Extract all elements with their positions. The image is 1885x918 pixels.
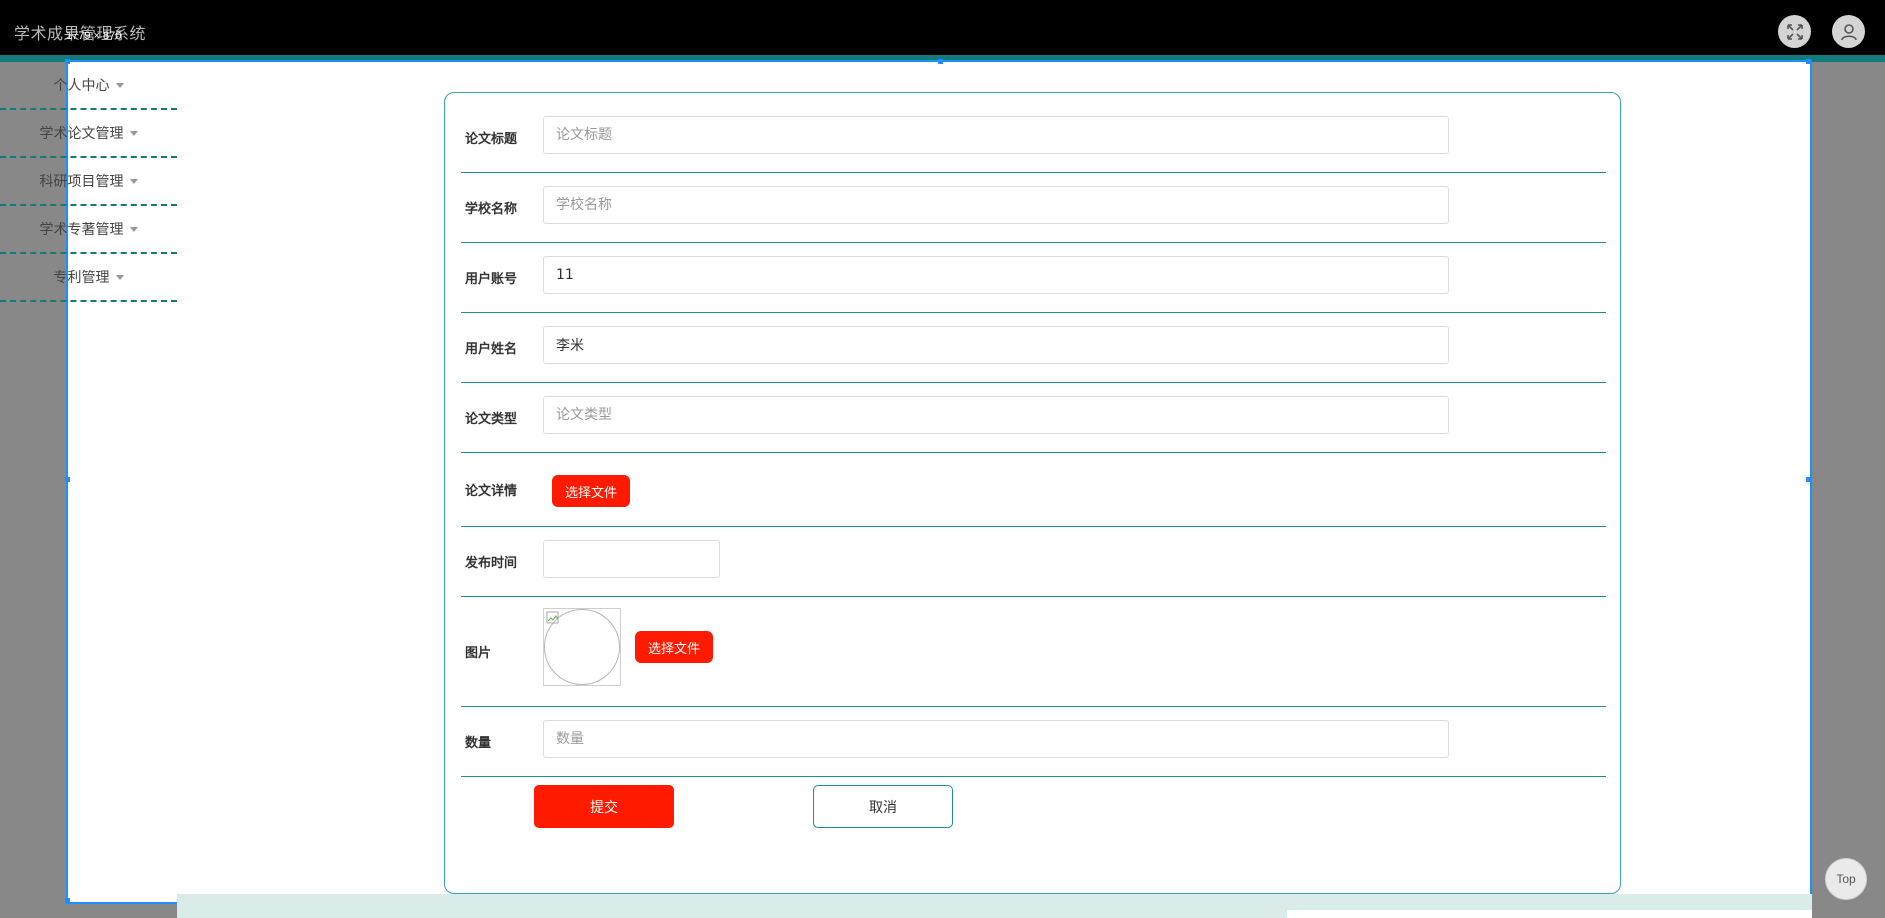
resize-handle[interactable] bbox=[1806, 477, 1811, 482]
caret-down-icon bbox=[115, 274, 124, 280]
fullscreen-icon bbox=[1786, 23, 1803, 40]
form-row-image: 图片 选择文件 bbox=[461, 597, 1606, 707]
detail-file-button[interactable]: 选择文件 bbox=[552, 475, 630, 507]
back-to-top-button[interactable]: Top bbox=[1825, 858, 1867, 900]
account-label: 用户账号 bbox=[465, 272, 518, 287]
cancel-button[interactable]: 取消 bbox=[813, 785, 953, 828]
resize-handle[interactable] bbox=[65, 898, 70, 903]
resize-handle[interactable] bbox=[938, 59, 943, 64]
user-avatar-button[interactable] bbox=[1832, 15, 1865, 48]
sidebar-item-label: 科研项目管理 bbox=[39, 174, 124, 190]
user-icon bbox=[1840, 23, 1857, 40]
form-row-title: 论文标题 bbox=[461, 103, 1606, 173]
submit-button[interactable]: 提交 bbox=[534, 785, 674, 828]
image-file-button[interactable]: 选择文件 bbox=[635, 631, 713, 663]
resize-handle[interactable] bbox=[65, 477, 70, 482]
form-row-publish-time: 发布时间 bbox=[461, 527, 1606, 597]
school-label: 学校名称 bbox=[465, 202, 518, 217]
form-row-account: 用户账号 bbox=[461, 243, 1606, 313]
type-input[interactable] bbox=[543, 396, 1449, 434]
form-row-type: 论文类型 bbox=[461, 383, 1606, 453]
username-label: 用户姓名 bbox=[465, 342, 518, 357]
selection-size-badge: 1779 × 870 bbox=[66, 30, 122, 42]
caret-down-icon bbox=[129, 178, 138, 184]
title-label: 论文标题 bbox=[465, 132, 518, 147]
title-input[interactable] bbox=[543, 116, 1449, 154]
sidebar-item-label: 学术论文管理 bbox=[39, 126, 124, 142]
caret-down-icon bbox=[115, 82, 124, 88]
sidebar-item-label: 学术专著管理 bbox=[39, 222, 124, 238]
footer-overlay bbox=[1287, 910, 1812, 918]
sidebar-item-label: 个人中心 bbox=[53, 78, 110, 94]
sidebar-item-projects[interactable]: 科研项目管理 bbox=[0, 158, 177, 206]
resize-handle[interactable] bbox=[1806, 59, 1811, 64]
account-input[interactable] bbox=[543, 256, 1449, 294]
quantity-input[interactable] bbox=[543, 720, 1449, 758]
quantity-label: 数量 bbox=[465, 736, 492, 751]
form-row-detail: 论文详情 选择文件 bbox=[461, 453, 1606, 527]
publish-time-label: 发布时间 bbox=[465, 556, 518, 571]
school-input[interactable] bbox=[543, 186, 1449, 224]
image-label: 图片 bbox=[465, 646, 492, 661]
sidebar-item-personal-center[interactable]: 个人中心 bbox=[0, 62, 177, 110]
username-input[interactable] bbox=[543, 326, 1449, 364]
sidebar-item-label: 专利管理 bbox=[53, 270, 110, 286]
fullscreen-button[interactable] bbox=[1778, 15, 1811, 48]
paper-form: 论文标题 学校名称 用户账号 用户姓名 论文类型 论文详情 选择文件 发布时间 … bbox=[444, 92, 1621, 894]
detail-label: 论文详情 bbox=[465, 484, 518, 499]
form-row-school: 学校名称 bbox=[461, 173, 1606, 243]
sidebar-item-papers[interactable]: 学术论文管理 bbox=[0, 110, 177, 158]
form-row-quantity: 数量 bbox=[461, 707, 1606, 777]
top-header: 学术成果管理系统 1779 × 870 bbox=[0, 0, 1885, 55]
image-preview[interactable] bbox=[543, 608, 621, 686]
publish-time-input[interactable] bbox=[543, 540, 720, 578]
caret-down-icon bbox=[129, 226, 138, 232]
sidebar-item-monographs[interactable]: 学术专著管理 bbox=[0, 206, 177, 254]
form-row-username: 用户姓名 bbox=[461, 313, 1606, 383]
sidebar-item-patents[interactable]: 专利管理 bbox=[0, 254, 177, 302]
broken-image-icon bbox=[546, 611, 559, 624]
type-label: 论文类型 bbox=[465, 412, 518, 427]
caret-down-icon bbox=[129, 130, 138, 136]
